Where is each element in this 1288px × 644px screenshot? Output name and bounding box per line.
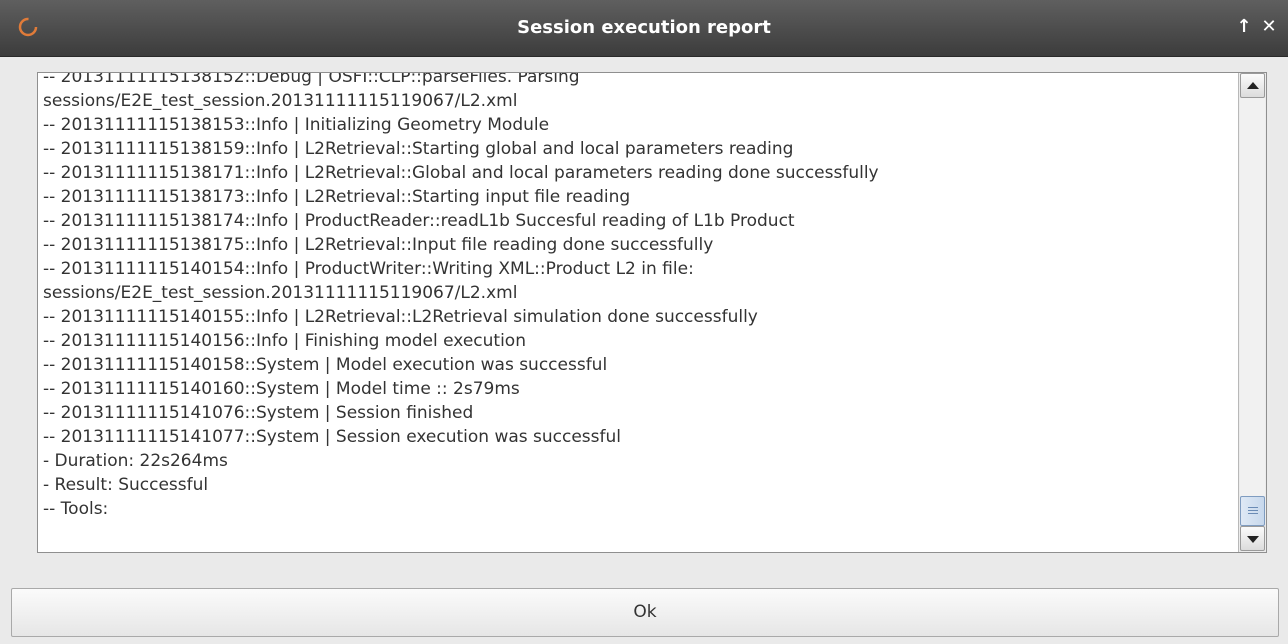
log-line: -- 20131111115140156::Info | Finishing m… <box>43 331 526 351</box>
log-line: -- 20131111115141076::System | Session f… <box>43 403 474 423</box>
title-bar[interactable]: Session execution report ↑ ✕ <box>0 0 1288 57</box>
grip-line <box>1248 507 1258 508</box>
log-line: - Result: Successful <box>43 475 209 495</box>
arrow-up-icon <box>1247 82 1259 89</box>
log-line: - Duration: 22s264ms <box>43 451 228 471</box>
window-title: Session execution report <box>517 17 771 38</box>
session-report-window: Session execution report ↑ ✕ -- 20131111… <box>0 0 1288 644</box>
ok-button[interactable]: Ok <box>11 588 1279 637</box>
log-line: -- 20131111115138174::Info | ProductRead… <box>43 211 795 231</box>
scroll-up-button[interactable] <box>1240 73 1265 98</box>
close-icon[interactable]: ✕ <box>1258 16 1280 38</box>
grip-line <box>1248 513 1258 514</box>
maximize-icon[interactable]: ↑ <box>1233 16 1255 38</box>
log-line: -- 20131111115140155::Info | L2Retrieval… <box>43 307 758 327</box>
arrow-down-icon <box>1247 536 1259 543</box>
log-line: -- 20131111115138159::Info | L2Retrieval… <box>43 139 794 159</box>
log-line: sessions/E2E_test_session.20131111115119… <box>43 283 518 303</box>
log-line: -- 20131111115138171::Info | L2Retrieval… <box>43 163 879 183</box>
scroll-down-button[interactable] <box>1240 526 1265 551</box>
vertical-scrollbar[interactable] <box>1238 73 1266 552</box>
scroll-thumb[interactable] <box>1240 496 1265 526</box>
log-line: -- 20131111115138153::Info | Initializin… <box>43 115 550 135</box>
log-content: -- 20131111115138152::Debug | OSFI::CLP:… <box>43 72 1233 521</box>
log-text-area[interactable]: -- 20131111115138152::Debug | OSFI::CLP:… <box>37 72 1267 553</box>
log-line: -- Tools: <box>43 499 109 519</box>
log-line: -- 20131111115140158::System | Model exe… <box>43 355 608 375</box>
log-line: -- 20131111115140154::Info | ProductWrit… <box>43 259 694 279</box>
log-line: -- 20131111115140160::System | Model tim… <box>43 379 520 399</box>
log-line: -- 20131111115138152::Debug | OSFI::CLP:… <box>43 72 580 87</box>
scroll-track[interactable] <box>1240 98 1265 526</box>
log-line: -- 20131111115138173::Info | L2Retrieval… <box>43 187 631 207</box>
log-line: sessions/E2E_test_session.20131111115119… <box>43 91 518 111</box>
grip-line <box>1248 510 1258 511</box>
log-line: -- 20131111115138175::Info | L2Retrieval… <box>43 235 714 255</box>
log-line: -- 20131111115141077::System | Session e… <box>43 427 621 447</box>
